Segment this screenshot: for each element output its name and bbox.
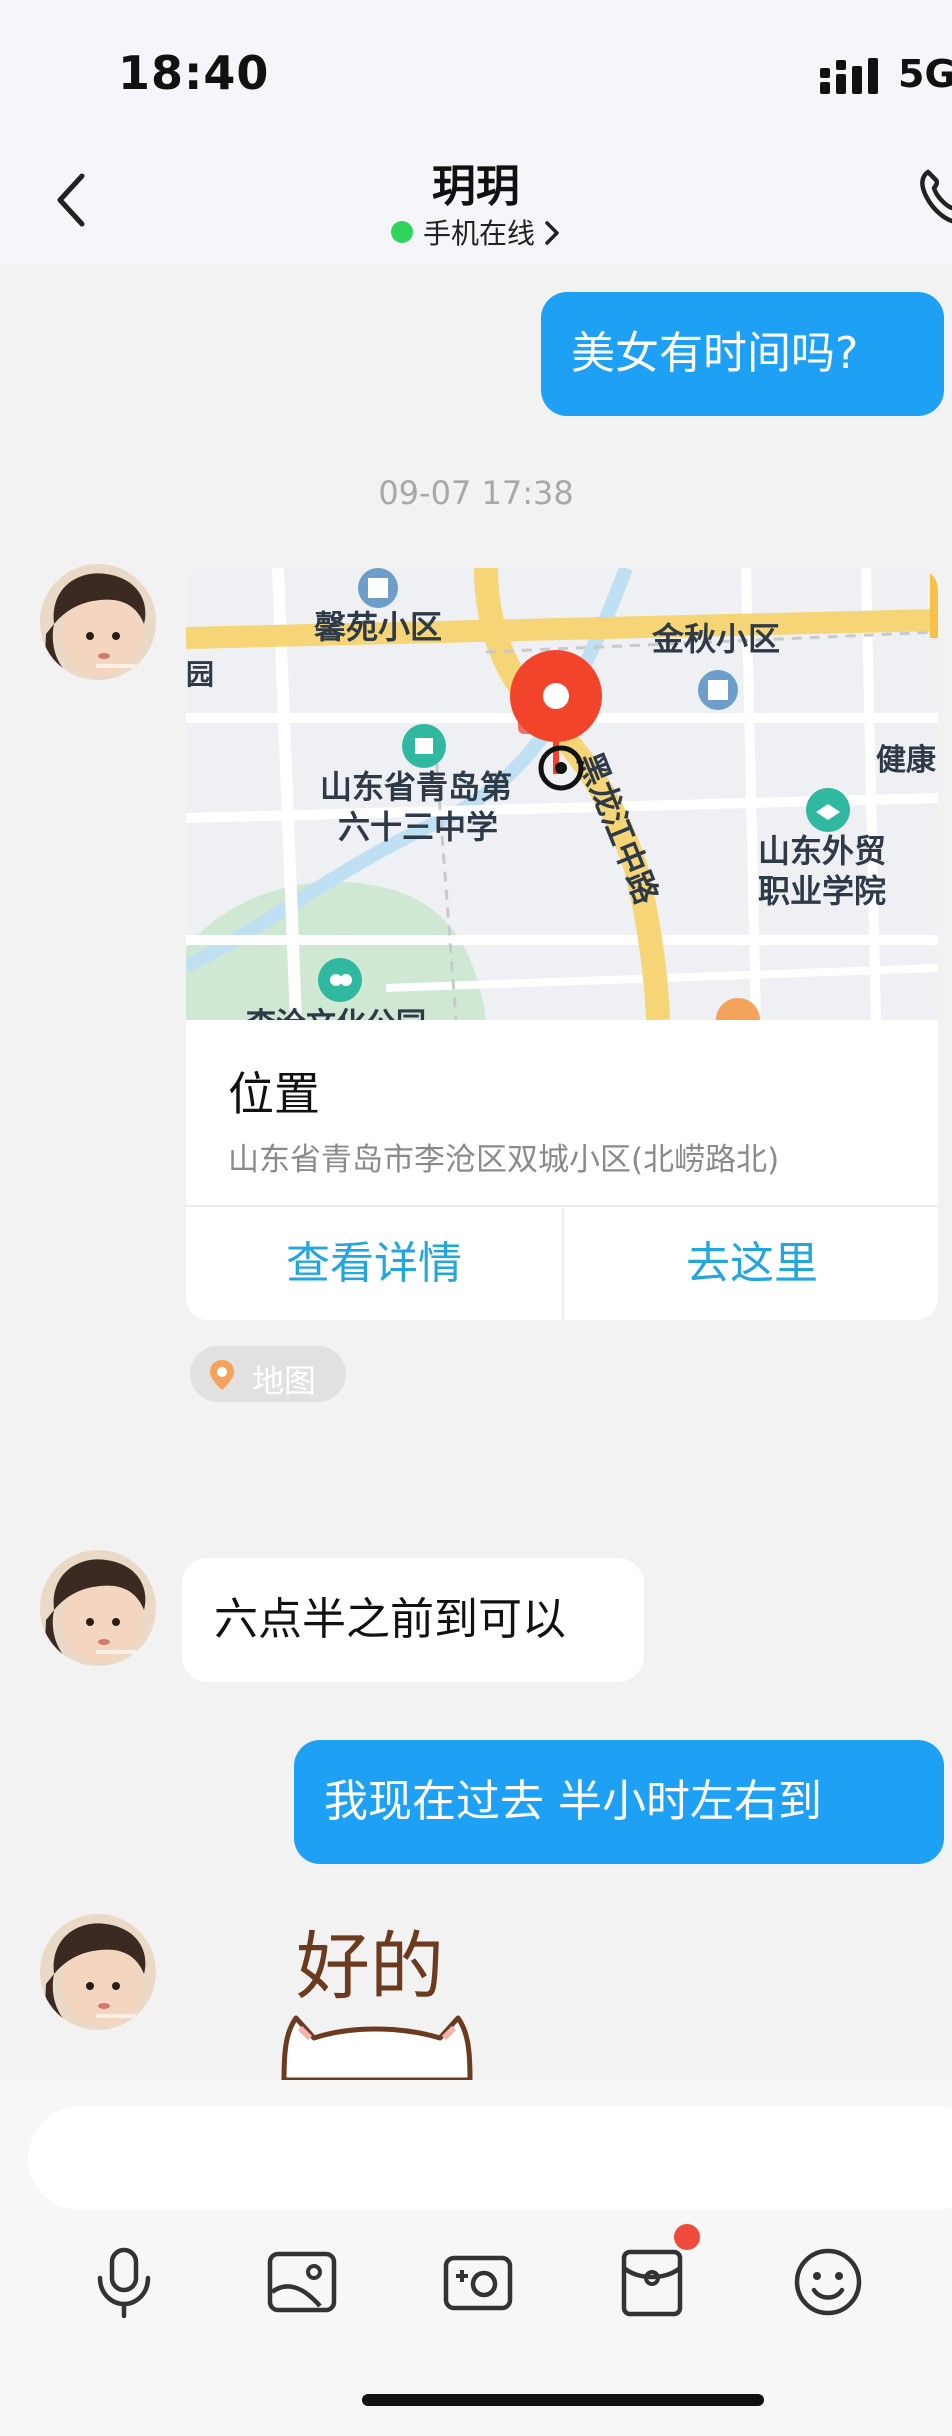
status-bar: 18:40 5G xyxy=(0,0,952,150)
message-input[interactable] xyxy=(28,2106,952,2210)
message-text: 六点半之前到可以 xyxy=(214,1594,566,1645)
map-label: 山东省青岛第 xyxy=(320,768,512,806)
camera-icon xyxy=(443,2255,513,2311)
chevron-right-icon xyxy=(545,221,559,245)
map-label: 园 xyxy=(186,658,214,691)
view-details-button[interactable]: 查看详情 xyxy=(186,1207,562,1320)
signal-icon xyxy=(820,58,878,94)
emoji-icon xyxy=(794,2248,862,2316)
input-area xyxy=(0,2080,952,2436)
contact-status-label: 手机在线 xyxy=(422,217,535,250)
navigate-here-button[interactable]: 去这里 xyxy=(564,1207,938,1320)
contact-status[interactable]: 手机在线 xyxy=(0,212,952,252)
red-packet-button[interactable] xyxy=(614,2244,690,2320)
notification-badge xyxy=(674,2224,700,2250)
network-type: 5G xyxy=(898,52,952,96)
emoji-button[interactable] xyxy=(790,2244,866,2320)
message-bubble-outgoing[interactable]: 美女有时间吗? xyxy=(541,292,944,416)
camera-button[interactable] xyxy=(440,2244,516,2320)
map-pin-icon xyxy=(210,1360,234,1390)
sticker-text: 好的 xyxy=(296,1924,444,2010)
map-label: 李沧文化公园 xyxy=(246,1007,426,1020)
avatar[interactable] xyxy=(40,1550,156,1666)
voice-button[interactable] xyxy=(86,2244,162,2320)
map-label: 六十三中学 xyxy=(338,808,498,846)
microphone-icon xyxy=(97,2247,151,2319)
message-text: 美女有时间吗? xyxy=(571,328,859,379)
map-preview[interactable]: 馨苑小区 金秋小区 园 山东省青岛第 六十三中学 健康 山东外贸 职业学院 李沧… xyxy=(186,568,938,1020)
map-tag-label: 地图 xyxy=(252,1362,317,1400)
status-time: 18:40 xyxy=(118,46,270,100)
image-button[interactable] xyxy=(264,2244,340,2320)
avatar-image xyxy=(40,1914,156,2030)
red-packet-icon xyxy=(621,2249,683,2317)
online-dot-icon xyxy=(390,221,413,243)
location-card[interactable]: 馨苑小区 金秋小区 园 山东省青岛第 六十三中学 健康 山东外贸 职业学院 李沧… xyxy=(186,568,938,1320)
avatar-image xyxy=(40,1550,156,1666)
image-icon xyxy=(267,2251,337,2313)
phone-call-icon[interactable] xyxy=(918,166,952,226)
message-text: 我现在过去 半小时左右到 xyxy=(324,1776,822,1827)
avatar[interactable] xyxy=(40,1914,156,2030)
map-source-tag[interactable]: 地图 xyxy=(190,1346,346,1402)
sticker-message[interactable]: 好的 xyxy=(270,1910,500,2080)
location-address: 山东省青岛市李沧区双城小区(北崂路北) xyxy=(228,1142,780,1178)
avatar-image xyxy=(40,564,156,680)
chat-header: 玥玥 手机在线 xyxy=(0,140,952,264)
map-label: 职业学院 xyxy=(758,872,886,910)
map-label: 健康 xyxy=(876,743,937,778)
message-timestamp: 09-07 17:38 xyxy=(378,474,574,512)
map-label: 金秋小区 xyxy=(651,620,780,658)
map-label: 馨苑小区 xyxy=(314,608,442,646)
avatar[interactable] xyxy=(40,564,156,680)
contact-name[interactable]: 玥玥 xyxy=(0,150,952,214)
message-bubble-incoming[interactable]: 六点半之前到可以 xyxy=(182,1558,644,1682)
location-title: 位置 xyxy=(228,1067,320,1121)
map-label: 山东外贸 xyxy=(758,832,886,870)
home-indicator xyxy=(362,2394,764,2406)
message-bubble-outgoing[interactable]: 我现在过去 半小时左右到 xyxy=(294,1740,944,1864)
